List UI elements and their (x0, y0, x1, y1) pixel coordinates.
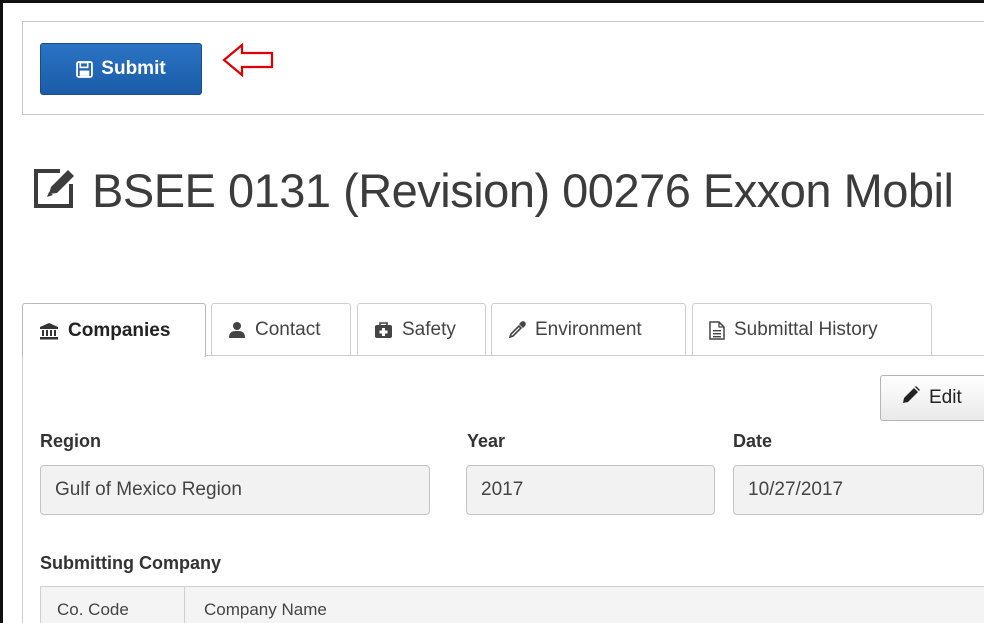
tab-safety[interactable]: Safety (357, 303, 486, 356)
date-label: Date (733, 431, 773, 451)
edit-button[interactable]: Edit (880, 375, 984, 421)
year-label: Year (467, 431, 506, 451)
tab-environment-label: Environment (535, 319, 642, 340)
tab-submittal-history-label: Submittal History (734, 319, 878, 340)
edit-button-label: Edit (929, 387, 962, 408)
column-header-co-code: Co. Code (57, 600, 129, 619)
submitting-company-table-header: Co. Code Company Name (40, 586, 984, 623)
tab-bar: Companies Contact Safety Environment Sub… (22, 303, 984, 357)
submit-button-label: Submit (101, 58, 166, 79)
region-label: Region (40, 431, 101, 451)
submit-button[interactable]: Submit (40, 43, 202, 95)
user-icon (228, 321, 246, 339)
tab-contact[interactable]: Contact (211, 303, 351, 356)
pencil-icon (902, 386, 920, 410)
tab-submittal-history[interactable]: Submittal History (692, 303, 932, 356)
eyedropper-icon (508, 321, 526, 339)
submitting-company-heading: Submitting Company (40, 553, 221, 573)
medkit-icon (374, 321, 393, 339)
file-text-icon (709, 320, 725, 340)
tab-contact-label: Contact (255, 319, 321, 340)
column-header-company-name: Company Name (204, 600, 327, 619)
tab-companies[interactable]: Companies (22, 303, 206, 357)
tab-companies-label: Companies (68, 319, 171, 341)
page-title: BSEE 0131 (Revision) 00276 Exxon Mobil (30, 158, 954, 222)
tab-safety-label: Safety (402, 319, 456, 340)
tab-environment[interactable]: Environment (491, 303, 686, 356)
region-field[interactable]: Gulf of Mexico Region (40, 465, 430, 515)
arrow-left-icon (221, 42, 275, 83)
year-field[interactable]: 2017 (466, 465, 715, 515)
toolbar: Submit (22, 21, 984, 115)
column-divider (184, 587, 185, 623)
page-title-text: BSEE 0131 (Revision) 00276 Exxon Mobil (92, 163, 954, 217)
date-field[interactable]: 10/27/2017 (733, 465, 984, 515)
edit-document-icon (30, 164, 78, 217)
save-icon (76, 60, 94, 78)
bank-icon (39, 321, 59, 341)
